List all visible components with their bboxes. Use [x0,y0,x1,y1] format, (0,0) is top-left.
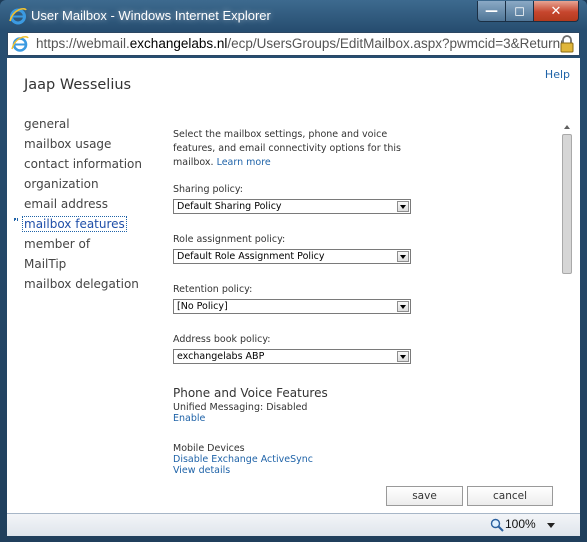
nav-item-contact-information[interactable]: contact information [24,156,142,176]
browser-window: User Mailbox - Windows Internet Explorer… [0,0,587,542]
nav-item-general[interactable]: general [24,116,142,136]
mobile-devices-heading: Mobile Devices [173,443,245,454]
chevron-down-icon[interactable] [397,251,409,262]
nav-item-mailbox-usage[interactable]: mailbox usage [24,136,142,156]
intro-description: Select the mailbox settings, phone and v… [173,129,401,168]
nav-item-organization[interactable]: organization [24,176,142,196]
retention-policy-value: [No Policy] [177,301,228,312]
retention-policy-select[interactable]: [No Policy] [173,299,411,314]
close-icon: ✕ [550,3,562,19]
chevron-down-icon[interactable] [397,301,409,312]
view-details-link[interactable]: View details [173,465,419,476]
status-bar: 100% [7,513,580,536]
close-button[interactable]: ✕ [533,1,579,22]
maximize-icon: ◻ [514,3,525,19]
nav-item-email-address[interactable]: email address [24,196,142,216]
retention-policy-label: Retention policy: [173,284,253,295]
window-title: User Mailbox - Windows Internet Explorer [31,8,271,23]
page-content: Help Jaap Wesselius general mailbox usag… [7,58,580,524]
url-path: /ecp/UsersGroups/EditMailbox.aspx?pwmcid… [227,36,562,51]
um-status-text: Unified Messaging: Disabled [173,402,308,413]
zoom-level[interactable]: 100% [505,517,536,531]
role-assignment-value: Default Role Assignment Policy [177,251,325,262]
maximize-button[interactable]: ◻ [505,1,534,22]
sharing-policy-value: Default Sharing Policy [177,201,282,212]
help-link[interactable]: Help [545,68,570,81]
internet-explorer-icon [9,7,27,25]
nav-item-label: member of [24,237,91,251]
scroll-up-button[interactable] [560,121,574,133]
sharing-policy-select[interactable]: Default Sharing Policy [173,199,411,214]
nav-item-label: general [24,117,70,131]
role-assignment-select[interactable]: Default Role Assignment Policy [173,249,411,264]
role-assignment-label: Role assignment policy: [173,234,286,245]
minimize-icon: — [485,3,498,19]
section-nav: general mailbox usage contact informatio… [14,116,142,296]
nav-item-label: mailbox delegation [24,277,139,291]
cancel-button[interactable]: cancel [467,486,553,506]
lock-icon[interactable] [559,35,575,53]
address-url[interactable]: https://webmail.exchangelabs.nl/ecp/User… [36,36,562,51]
phone-voice-heading: Phone and Voice Features [173,386,328,400]
nav-item-mailbox-delegation[interactable]: mailbox delegation [24,276,142,296]
page-icon [11,36,29,52]
nav-item-mailtip[interactable]: MailTip [24,256,142,276]
nav-item-label: email address [24,197,109,211]
title-bar[interactable]: User Mailbox - Windows Internet Explorer… [0,0,587,32]
minimize-button[interactable]: — [477,1,506,22]
address-book-value: exchangelabs ABP [177,351,265,362]
um-enable-link[interactable]: Enable [173,413,419,424]
intro-text: Select the mailbox settings, phone and v… [173,128,419,170]
save-button[interactable]: save [386,486,463,506]
user-name-heading: Jaap Wesselius [24,77,132,93]
chevron-down-icon[interactable] [397,201,409,212]
nav-item-label: mailbox features [22,216,127,232]
zoom-icon[interactable] [490,518,504,532]
mailbox-features-panel: Select the mailbox settings, phone and v… [173,128,419,476]
nav-item-mailbox-features[interactable]: mailbox features [14,216,142,236]
chevron-down-icon[interactable] [547,523,555,528]
selected-arrow-icon [14,218,18,220]
url-prefix: https://webmail. [36,36,130,51]
nav-item-label: contact information [24,157,142,171]
learn-more-link[interactable]: Learn more [217,157,271,168]
address-bar[interactable]: https://webmail.exchangelabs.nl/ecp/User… [7,32,580,56]
nav-item-label: organization [24,177,99,191]
url-domain: exchangelabs.nl [129,36,228,51]
address-book-label: Address book policy: [173,334,271,345]
nav-item-label: MailTip [24,257,67,271]
scrollbar-thumb[interactable] [562,134,572,274]
vertical-scrollbar[interactable] [560,121,574,528]
address-book-select[interactable]: exchangelabs ABP [173,349,411,364]
nav-item-member-of[interactable]: member of [24,236,142,256]
chevron-down-icon[interactable] [397,351,409,362]
nav-item-label: mailbox usage [24,137,112,151]
disable-activesync-link[interactable]: Disable Exchange ActiveSync [173,454,419,465]
sharing-policy-label: Sharing policy: [173,184,243,195]
